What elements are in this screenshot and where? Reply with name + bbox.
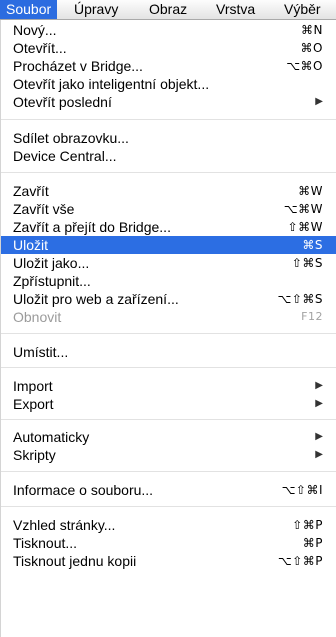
menu-item-label: Uložit [13, 237, 49, 253]
menu-separator [1, 506, 336, 507]
menu-item-page-setup[interactable]: Vzhled stránky... ⇧⌘P [1, 516, 336, 534]
menu-item-close-and-go-to-bridge[interactable]: Zavřít a přejít do Bridge... ⇧⌘W [1, 218, 336, 236]
menu-item-print-one-copy[interactable]: Tisknout jednu kopii ⌥⇧⌘P [1, 552, 336, 570]
menu-item-close-all[interactable]: Zavřít vše ⌥⌘W [1, 200, 336, 218]
menu-item-label: Uložit jako... [13, 255, 90, 271]
menu-item-import[interactable]: Import ▶ [1, 377, 336, 395]
menu-item-label: Zpřístupnit... [13, 273, 91, 289]
menu-item-shortcut: ⌘N [301, 23, 323, 37]
menu-item-label: Sdílet obrazovku... [13, 130, 129, 146]
menubar-vyber[interactable]: Výběr [278, 0, 327, 19]
menu-item-export[interactable]: Export ▶ [1, 395, 336, 413]
menu-separator [1, 419, 336, 420]
menu-item-label: Otevřít jako inteligentní objekt... [13, 76, 210, 92]
menu-item-shortcut: ⌥⌘O [286, 59, 323, 73]
menu-item-save-as[interactable]: Uložit jako... ⇧⌘S [1, 254, 336, 272]
triangle-right-icon: ▶ [315, 380, 323, 391]
menu-item-file-info[interactable]: Informace o souboru... ⌥⇧⌘I [1, 481, 336, 499]
menu-item-label: Device Central... [13, 148, 117, 164]
menu-item-shortcut: ⌘W [298, 184, 323, 198]
menu-item-scripts[interactable]: Skripty ▶ [1, 446, 336, 464]
menu-separator [1, 119, 336, 120]
menu-item-label: Umístit... [13, 344, 69, 360]
menu-item-label: Skripty [13, 447, 56, 463]
menu-item-label: Zavřít [13, 183, 49, 199]
menubar-upravy[interactable]: Úpravy [68, 0, 124, 19]
menu-item-label: Otevřít poslední [13, 94, 112, 110]
menubar-soubor[interactable]: Soubor [0, 0, 58, 19]
menu-item-label: Zavřít vše [13, 201, 75, 217]
menu-item-open[interactable]: Otevřít... ⌘O [1, 39, 336, 57]
menu-item-label: Import [13, 378, 53, 394]
menu-separator [1, 333, 336, 334]
menu-item-open-recent[interactable]: Otevřít poslední ▶ [1, 93, 336, 111]
menu-item-label: Otevřít... [13, 40, 67, 56]
menu-separator [1, 367, 336, 368]
menu-item-open-as-smart-object[interactable]: Otevřít jako inteligentní objekt... [1, 75, 336, 93]
menu-item-shortcut: ⌥⇧⌘P [277, 554, 323, 568]
menu-item-shortcut: ⌘S [302, 238, 323, 252]
menu-item-label: Export [13, 396, 54, 412]
menu-item-label: Automaticky [13, 429, 90, 445]
menu-item-label: Informace o souboru... [13, 482, 154, 498]
menu-item-check-in[interactable]: Zpřístupnit... [1, 272, 336, 290]
menu-item-save-for-web[interactable]: Uložit pro web a zařízení... ⌥⇧⌘S [1, 290, 336, 308]
file-menu: Nový... ⌘N Otevřít... ⌘O Procházet v Bri… [0, 20, 336, 637]
menu-item-shortcut: ⇧⌘P [292, 518, 323, 532]
menu-item-revert: Obnovit F12 [1, 308, 336, 326]
triangle-right-icon: ▶ [315, 96, 323, 107]
triangle-right-icon: ▶ [315, 398, 323, 409]
menu-item-shortcut: F12 [301, 310, 323, 323]
menu-item-label: Tisknout jednu kopii [13, 553, 137, 569]
menu-item-label: Uložit pro web a zařízení... [13, 291, 179, 307]
menubar: Soubor Úpravy Obraz Vrstva Výběr [0, 0, 336, 20]
menu-item-shortcut: ⌥⌘W [283, 202, 323, 216]
triangle-right-icon: ▶ [315, 449, 323, 460]
menu-item-shortcut: ⌥⇧⌘S [277, 292, 323, 306]
menu-item-print[interactable]: Tisknout... ⌘P [1, 534, 336, 552]
menu-item-automate[interactable]: Automaticky ▶ [1, 428, 336, 446]
menu-item-shortcut: ⌘P [302, 536, 323, 550]
menu-item-shortcut: ⌘O [300, 41, 323, 55]
menu-item-new[interactable]: Nový... ⌘N [1, 21, 336, 39]
menubar-obraz[interactable]: Obraz [143, 0, 193, 19]
menu-item-label: Vzhled stránky... [13, 517, 116, 533]
menu-item-shortcut: ⇧⌘W [287, 220, 323, 234]
menu-item-save[interactable]: Uložit ⌘S [1, 236, 336, 254]
menu-item-place[interactable]: Umístit... [1, 343, 336, 361]
menu-item-browse-in-bridge[interactable]: Procházet v Bridge... ⌥⌘O [1, 57, 336, 75]
menu-separator [1, 172, 336, 173]
menu-separator [1, 471, 336, 472]
menu-item-device-central[interactable]: Device Central... [1, 147, 336, 165]
menu-item-close[interactable]: Zavřít ⌘W [1, 182, 336, 200]
menu-item-label: Procházet v Bridge... [13, 58, 143, 74]
triangle-right-icon: ▶ [315, 431, 323, 442]
menu-item-share-screen[interactable]: Sdílet obrazovku... [1, 129, 336, 147]
menubar-vrstva[interactable]: Vrstva [210, 0, 261, 19]
menu-item-label: Zavřít a přejít do Bridge... [13, 219, 171, 235]
menu-item-shortcut: ⇧⌘S [291, 256, 323, 270]
menu-item-label: Obnovit [13, 309, 62, 325]
menu-item-label: Tisknout... [13, 535, 78, 551]
menu-item-shortcut: ⌥⇧⌘I [281, 483, 323, 497]
menu-item-label: Nový... [13, 22, 57, 38]
